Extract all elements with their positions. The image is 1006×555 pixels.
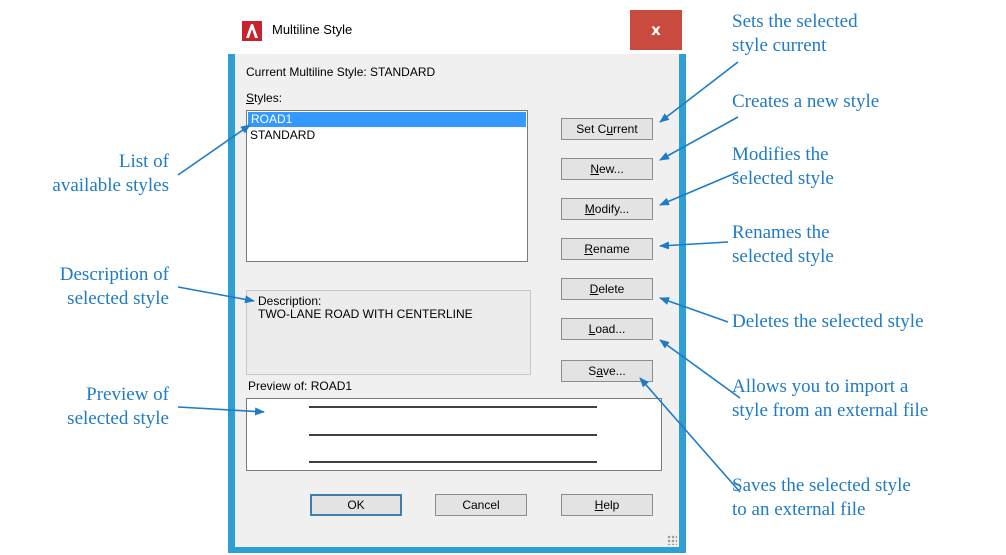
arrow-delete (659, 297, 729, 323)
arrow-save (639, 377, 741, 493)
arrow-set-current (659, 61, 739, 123)
arrow-modify (659, 171, 739, 206)
arrow-new (659, 116, 739, 161)
arrow-description (177, 286, 255, 304)
arrow-list-of-styles (177, 124, 251, 176)
callout-arrows (177, 61, 741, 493)
arrow-load (659, 339, 741, 399)
arrow-preview (177, 406, 265, 416)
arrow-rename (659, 241, 729, 250)
